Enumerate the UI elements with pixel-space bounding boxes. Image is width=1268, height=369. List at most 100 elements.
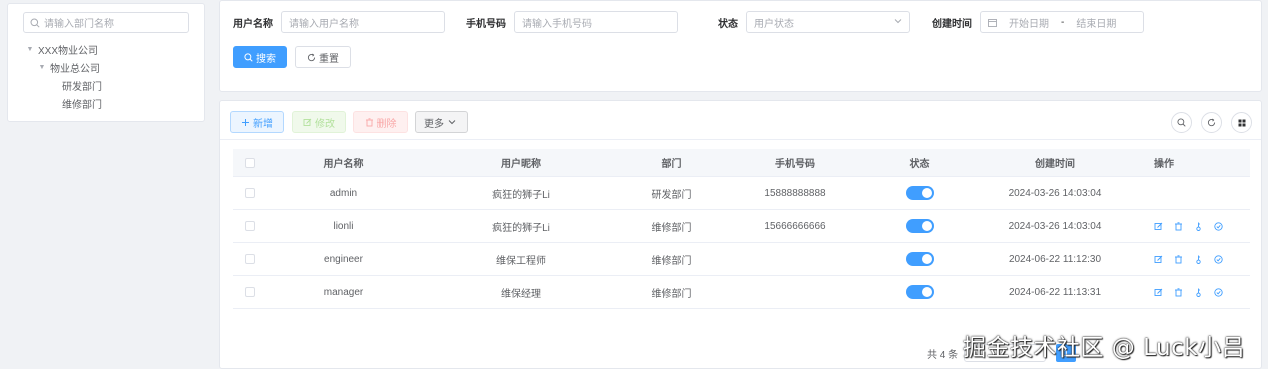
reset-button[interactable]: 重置 [295, 46, 351, 68]
username-cell: manager [323, 286, 364, 298]
more-dropdown-button[interactable]: 更多 [415, 111, 468, 133]
nickname-cell: 维保工程师 [496, 255, 546, 267]
status-toggle[interactable] [905, 219, 934, 233]
tree-node-head-office[interactable]: ▼ 物业总公司 [23, 58, 189, 76]
row-select-cell [233, 188, 267, 198]
table-row: engineer 维保工程师 维修部门 2024-06-22 11:12:30 [233, 243, 1250, 276]
column-header-username: 用户名称 [323, 159, 364, 170]
status-cell [869, 186, 970, 200]
add-button-label: 新增 [253, 118, 273, 130]
trash-icon[interactable] [1174, 221, 1183, 231]
user-table: 用户名称 用户昵称 部门 手机号码 状态 创建时间 操作 admin 疯狂的狮子… [233, 149, 1250, 309]
row-checkbox[interactable] [245, 287, 255, 297]
dept-search-input[interactable]: 请输入部门名称 [23, 12, 189, 33]
end-date-input[interactable]: 结束日期 [1076, 15, 1116, 30]
column-header-created: 创建时间 [1035, 159, 1075, 170]
caret-down-icon[interactable]: ▼ [25, 46, 35, 53]
tree-node-label: 维修部门 [62, 99, 102, 111]
start-date-input[interactable]: 开始日期 [1009, 15, 1049, 30]
toggle-search-button[interactable] [1171, 112, 1192, 133]
phone-cell: 15666666666 [764, 220, 826, 232]
chevron-down-icon [448, 118, 459, 126]
row-checkbox[interactable] [245, 188, 255, 198]
tree-node-label: XXX物业公司 [38, 45, 99, 57]
trash-icon[interactable] [1174, 254, 1183, 264]
tree-node-label: 物业总公司 [50, 63, 100, 75]
status-label: 状态 [718, 18, 738, 30]
status-select[interactable]: 用户状态 [746, 11, 910, 33]
search-icon [30, 18, 44, 28]
nickname-cell: 维保经理 [501, 288, 541, 300]
column-header-phone: 手机号码 [775, 159, 815, 170]
column-header-dept: 部门 [661, 159, 682, 170]
phone-label: 手机号码 [466, 18, 506, 30]
username-cell: admin [329, 187, 358, 199]
username-input[interactable]: 请输入用户名称 [281, 11, 445, 33]
phone-form-item: 手机号码 请输入手机号码 [466, 11, 678, 33]
delete-button[interactable]: 删除 [353, 111, 408, 133]
select-all-checkbox[interactable] [245, 157, 255, 168]
edit-button[interactable]: 修改 [292, 111, 346, 133]
calendar-icon [988, 18, 997, 27]
add-button[interactable]: 新增 [230, 111, 284, 133]
table-row: lionli 疯狂的狮子Li 维修部门 15666666666 2024-03-… [233, 210, 1250, 243]
status-toggle[interactable] [905, 186, 934, 200]
column-settings-button[interactable] [1231, 112, 1252, 133]
refresh-button[interactable] [1201, 112, 1222, 133]
created-cell: 2024-06-22 11:12:30 [1008, 253, 1102, 265]
status-toggle[interactable] [905, 252, 934, 266]
select-all-cell [233, 157, 267, 168]
row-checkbox[interactable] [245, 254, 255, 264]
tree-node-rd[interactable]: 研发部门 [23, 76, 189, 94]
key-icon[interactable] [1194, 222, 1203, 231]
watermark: 掘金技术社区 @ Luck小吕 [963, 335, 1246, 361]
created-cell: 2024-03-26 14:03:04 [1008, 220, 1102, 232]
dept-cell: 维修部门 [651, 288, 692, 300]
column-header-nickname: 用户昵称 [501, 159, 541, 170]
search-button[interactable]: 搜索 [233, 46, 287, 68]
key-icon[interactable] [1194, 288, 1203, 297]
check-circle-icon[interactable] [1214, 254, 1223, 264]
edit-icon [303, 118, 315, 127]
key-icon[interactable] [1194, 255, 1203, 264]
actions-cell [1140, 254, 1250, 264]
nickname-cell: 疯狂的狮子Li [492, 222, 550, 234]
tree-node-maintenance[interactable]: 维修部门 [23, 94, 189, 112]
row-checkbox[interactable] [245, 221, 255, 231]
edit-button-label: 修改 [315, 118, 335, 130]
trash-icon[interactable] [1174, 287, 1183, 297]
search-form-panel: 用户名称 请输入用户名称 手机号码 请输入手机号码 状态 用户状态 创建时间 开… [219, 0, 1262, 92]
created-cell: 2024-03-26 14:03:04 [1008, 187, 1102, 199]
status-form-item: 状态 用户状态 [718, 11, 910, 33]
chevron-down-icon [894, 17, 902, 28]
search-button-label: 搜索 [256, 53, 276, 65]
status-toggle[interactable] [905, 285, 934, 299]
status-cell [869, 285, 970, 299]
status-placeholder: 用户状态 [754, 18, 794, 30]
check-circle-icon[interactable] [1214, 221, 1223, 231]
row-select-cell [233, 254, 267, 264]
table-row: admin 疯狂的狮子Li 研发部门 15888888888 2024-03-2… [233, 177, 1250, 210]
date-range-picker[interactable]: 开始日期 - 结束日期 [980, 11, 1144, 33]
username-cell: engineer [324, 253, 363, 265]
edit-icon[interactable] [1154, 222, 1163, 231]
status-cell [869, 219, 970, 233]
edit-icon[interactable] [1154, 288, 1163, 297]
phone-input[interactable]: 请输入手机号码 [514, 11, 678, 33]
check-circle-icon[interactable] [1214, 287, 1223, 297]
caret-down-icon[interactable]: ▼ [37, 64, 47, 71]
dept-cell: 维修部门 [651, 222, 692, 234]
row-select-cell [233, 287, 267, 297]
plus-icon [241, 118, 253, 127]
column-header-status: 状态 [909, 159, 930, 170]
status-cell [869, 252, 970, 266]
tree-node-company[interactable]: ▼ XXX物业公司 [23, 40, 189, 58]
dept-search-placeholder: 请输入部门名称 [44, 19, 114, 30]
toolbar-divider [220, 139, 1261, 140]
dept-tree: ▼ XXX物业公司 ▼ 物业总公司 研发部门 维修部门 [23, 40, 189, 112]
refresh-icon [1207, 118, 1216, 127]
trash-icon [365, 117, 377, 127]
more-button-label: 更多 [424, 118, 444, 130]
username-label: 用户名称 [233, 18, 273, 30]
edit-icon[interactable] [1154, 255, 1163, 264]
